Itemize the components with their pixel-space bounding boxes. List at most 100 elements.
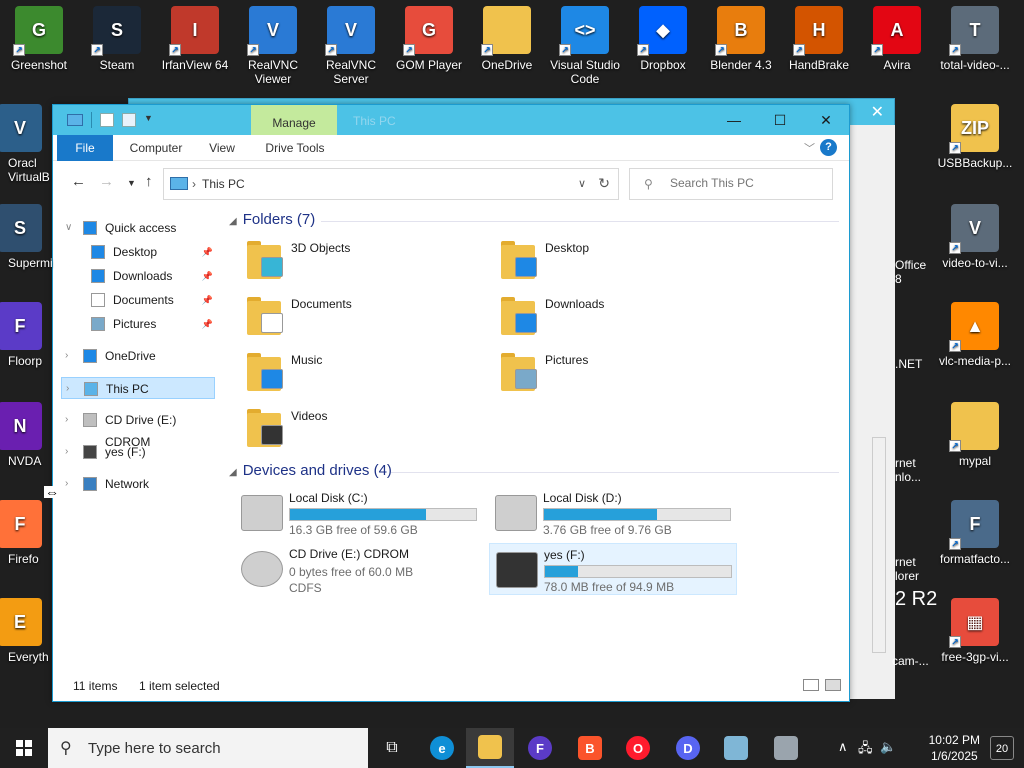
desktop-icon-gom-player[interactable]: G ↗ GOM Player — [390, 6, 468, 72]
recent-locations-chevron-icon[interactable]: ▼ — [127, 178, 136, 188]
drive-cd-drive-e-cdrom[interactable]: CD Drive (E:) CDROM 0 bytes free of 60.0 … — [235, 543, 483, 595]
close-button[interactable]: ✕ — [803, 105, 849, 135]
large-icons-view-icon[interactable] — [825, 679, 841, 691]
desktop-icon-total-video[interactable]: T ↗ total-video-... — [936, 6, 1014, 72]
drive-local-disk-d[interactable]: Local Disk (D:) 3.76 GB free of 9.76 GB — [489, 487, 737, 539]
breadcrumb[interactable]: › This PC — [192, 177, 245, 191]
desktop-icon-onedrive[interactable]: ↗ OneDrive — [468, 6, 546, 72]
sidebar-item-onedrive[interactable]: › OneDrive — [53, 345, 221, 367]
taskbar-file-explorer[interactable] — [466, 728, 514, 768]
address-bar[interactable]: › This PC ∨ ↻ — [163, 168, 619, 200]
sidebar-item-pictures[interactable]: Pictures 📌 — [53, 313, 221, 335]
desktop-icon-handbrake[interactable]: H ↗ HandBrake — [780, 6, 858, 72]
forward-arrow-icon[interactable]: → — [99, 173, 114, 190]
desktop-icon-vlc-media-p[interactable]: ▲ ↗ vlc-media-p... — [936, 302, 1014, 368]
desktop-icon-supermi[interactable]: S Supermi — [0, 204, 53, 270]
search-input[interactable] — [670, 176, 820, 190]
customize-toolbar-chevron-icon[interactable]: ▼ — [144, 113, 153, 127]
drive-yes-f[interactable]: yes (F:) 78.0 MB free of 94.9 MB — [489, 543, 737, 595]
desktop-icon-dropbox[interactable]: ◆ ↗ Dropbox — [624, 6, 702, 72]
desktop-icon-floorp[interactable]: F Floorp — [0, 302, 52, 368]
drive-local-disk-c[interactable]: Local Disk (C:) 16.3 GB free of 59.6 GB — [235, 487, 483, 539]
desktop-icon-mypal[interactable]: ↗ mypal — [936, 402, 1014, 468]
desktop-icon-steam[interactable]: S ↗ Steam — [78, 6, 156, 72]
sidebar-item-network[interactable]: › Network — [53, 473, 221, 495]
address-history-chevron-icon[interactable]: ∨ — [578, 177, 586, 190]
folder-videos[interactable]: Videos — [241, 403, 491, 453]
chevron-right-icon[interactable]: › — [65, 409, 68, 431]
desktop-icon-firefo[interactable]: F Firefo — [0, 500, 52, 566]
desktop-icon-free-3gp-vi[interactable]: ▦ ↗ free-3gp-vi... — [936, 598, 1014, 664]
up-arrow-icon[interactable]: ↑ — [145, 173, 153, 190]
chevron-right-icon[interactable]: › — [65, 441, 68, 463]
desktop-icon-video-to-vi[interactable]: V ↗ video-to-vi... — [936, 204, 1014, 270]
chevron-right-icon[interactable]: › — [66, 378, 69, 400]
sidebar-item-downloads[interactable]: Downloads 📌 — [53, 265, 221, 287]
task-view-button[interactable]: ⧉ — [368, 728, 416, 768]
desktop-icon-realvnc-server[interactable]: V ↗ RealVNC Server — [312, 6, 390, 86]
expand-ribbon-chevron-icon[interactable]: ﹀ — [804, 140, 815, 156]
sidebar-item-yes-f[interactable]: › yes (F:) — [53, 441, 221, 463]
taskbar-search-box[interactable]: ⚲ Type here to search — [48, 728, 368, 768]
minimize-button[interactable]: — — [711, 105, 757, 135]
folder-desktop[interactable]: Desktop — [495, 235, 745, 285]
taskbar-opera[interactable]: O — [614, 728, 662, 768]
sidebar-item-documents[interactable]: Documents 📌 — [53, 289, 221, 311]
chevron-right-icon[interactable]: › — [65, 473, 68, 495]
chevron-down-icon[interactable]: ∨ — [65, 217, 72, 239]
show-hidden-icons-chevron-icon[interactable]: ∧ — [838, 739, 848, 755]
volume-icon[interactable]: 🔈 — [880, 739, 896, 755]
desktop-icon-irfanview-64[interactable]: I ↗ IrfanView 64 — [156, 6, 234, 72]
tab-drive-tools[interactable]: Drive Tools — [253, 135, 337, 161]
chevron-right-icon[interactable]: › — [65, 345, 68, 367]
folder-music[interactable]: Music — [241, 347, 491, 397]
desktop-icon-usbbackup[interactable]: ZIP ↗ USBBackup... — [936, 104, 1014, 170]
clock[interactable]: 10:02 PM 1/6/2025 — [929, 732, 980, 764]
taskbar-brave[interactable]: B — [566, 728, 614, 768]
sidebar-item-cd-drive-e-cdrom[interactable]: › CD Drive (E:) CDROM — [53, 409, 221, 449]
sidebar-item-this-pc[interactable]: › This PC — [61, 377, 215, 399]
background-window-scrollbar[interactable] — [872, 437, 886, 653]
maximize-button[interactable]: ☐ — [757, 105, 803, 135]
folder-downloads[interactable]: Downloads — [495, 291, 745, 341]
folder-3d-objects[interactable]: 3D Objects — [241, 235, 491, 285]
quick-access-toolbar[interactable]: ▼ — [67, 112, 153, 128]
close-icon[interactable]: ✕ — [871, 102, 884, 122]
tab-file[interactable]: File — [57, 135, 113, 161]
taskbar-edge[interactable]: e — [418, 728, 466, 768]
refresh-icon[interactable]: ↻ — [598, 175, 610, 192]
folder-pictures[interactable]: Pictures — [495, 347, 745, 397]
sidebar-item-desktop[interactable]: Desktop 📌 — [53, 241, 221, 263]
desktop-icon-avira[interactable]: A ↗ Avira — [858, 6, 936, 72]
search-box[interactable]: ⚲ — [629, 168, 833, 200]
desktop-icon-realvnc-viewer[interactable]: V ↗ RealVNC Viewer — [234, 6, 312, 86]
sidebar-item-quick-access[interactable]: ∨ Quick access — [53, 217, 221, 239]
title-bar[interactable]: ▼ Manage This PC — ☐ ✕ — [53, 105, 849, 135]
tab-view[interactable]: View — [197, 135, 247, 161]
taskbar-discord[interactable]: D — [664, 728, 712, 768]
desktop-icon-oracl-virtualb[interactable]: V Oracl VirtualB — [0, 104, 52, 184]
desktop-icon-visual-studio-code[interactable]: <> ↗ Visual Studio Code — [546, 6, 624, 86]
tab-manage[interactable]: Manage — [251, 105, 337, 135]
taskbar-app-1[interactable] — [712, 728, 760, 768]
details-view-icon[interactable] — [803, 679, 819, 691]
new-folder-icon[interactable] — [122, 113, 136, 127]
tab-computer[interactable]: Computer — [119, 135, 193, 161]
taskbar-app-2[interactable] — [762, 728, 810, 768]
help-icon[interactable]: ? — [820, 139, 837, 156]
start-button[interactable] — [0, 728, 48, 768]
properties-icon[interactable] — [100, 113, 114, 127]
desktop-icon-formatfacto[interactable]: F ↗ formatfacto... — [936, 500, 1014, 566]
desktop-icon-everyth[interactable]: E Everyth — [0, 598, 52, 664]
taskbar-floorp[interactable]: F — [516, 728, 564, 768]
desktop-icon-blender-4-3[interactable]: B ↗ Blender 4.3 — [702, 6, 780, 72]
drives-group-header[interactable]: ◢ Devices and drives (4) — [229, 462, 392, 479]
notifications-icon[interactable]: 20 — [990, 736, 1014, 760]
file-explorer-window[interactable]: ▼ Manage This PC — ☐ ✕ File Computer Vie… — [52, 104, 850, 702]
network-icon[interactable]: 🖧 — [858, 739, 873, 761]
desktop-icon-nvda[interactable]: N NVDA — [0, 402, 52, 468]
back-arrow-icon[interactable]: ← — [71, 173, 86, 190]
folder-documents[interactable]: Documents — [241, 291, 491, 341]
folders-group-header[interactable]: ◢ Folders (7) — [229, 211, 315, 228]
desktop-icon-greenshot[interactable]: G ↗ Greenshot — [0, 6, 78, 72]
